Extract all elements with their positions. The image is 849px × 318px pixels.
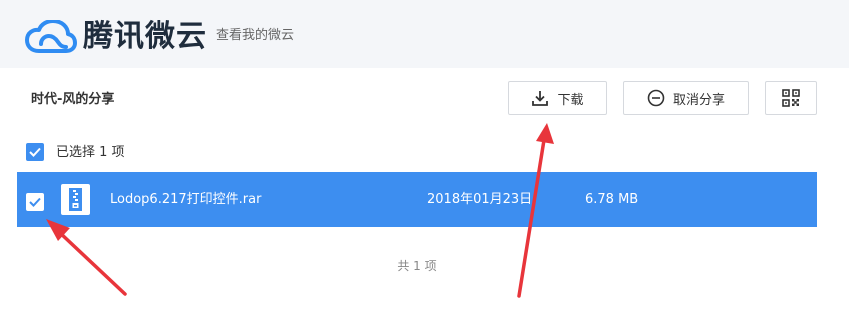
file-name[interactable]: Lodop6.217打印控件.rar bbox=[110, 191, 261, 209]
file-row[interactable]: Lodop6.217打印控件.rar 2018年01月23日 6.78 MB bbox=[17, 172, 817, 227]
qr-code-button[interactable] bbox=[765, 81, 817, 115]
check-icon bbox=[29, 197, 41, 207]
brand-name: 腾讯微云 bbox=[83, 19, 207, 54]
selected-count: 已选择 1 项 bbox=[56, 145, 125, 160]
select-all-checkbox[interactable] bbox=[26, 143, 44, 161]
cancel-share-button[interactable]: 取消分享 bbox=[623, 81, 749, 115]
archive-file-icon bbox=[61, 184, 90, 215]
total-count: 共 1 项 bbox=[397, 259, 437, 273]
cloud-logo-icon bbox=[25, 20, 77, 53]
check-icon bbox=[29, 147, 41, 157]
file-date: 2018年01月23日 bbox=[427, 192, 533, 207]
file-checkbox[interactable] bbox=[26, 193, 44, 211]
download-icon bbox=[532, 91, 549, 106]
download-button[interactable]: 下载 bbox=[508, 81, 607, 115]
download-label: 下载 bbox=[557, 92, 584, 108]
cancel-share-label: 取消分享 bbox=[672, 92, 725, 108]
share-title: 时代-风的分享 bbox=[31, 92, 115, 107]
minus-circle-icon bbox=[647, 89, 665, 107]
my-weiyun-link[interactable]: 查看我的微云 bbox=[216, 27, 294, 45]
header-bar: 腾讯微云 查看我的微云 bbox=[0, 0, 849, 68]
file-size: 6.78 MB bbox=[585, 192, 639, 207]
qr-code-icon bbox=[782, 89, 800, 107]
